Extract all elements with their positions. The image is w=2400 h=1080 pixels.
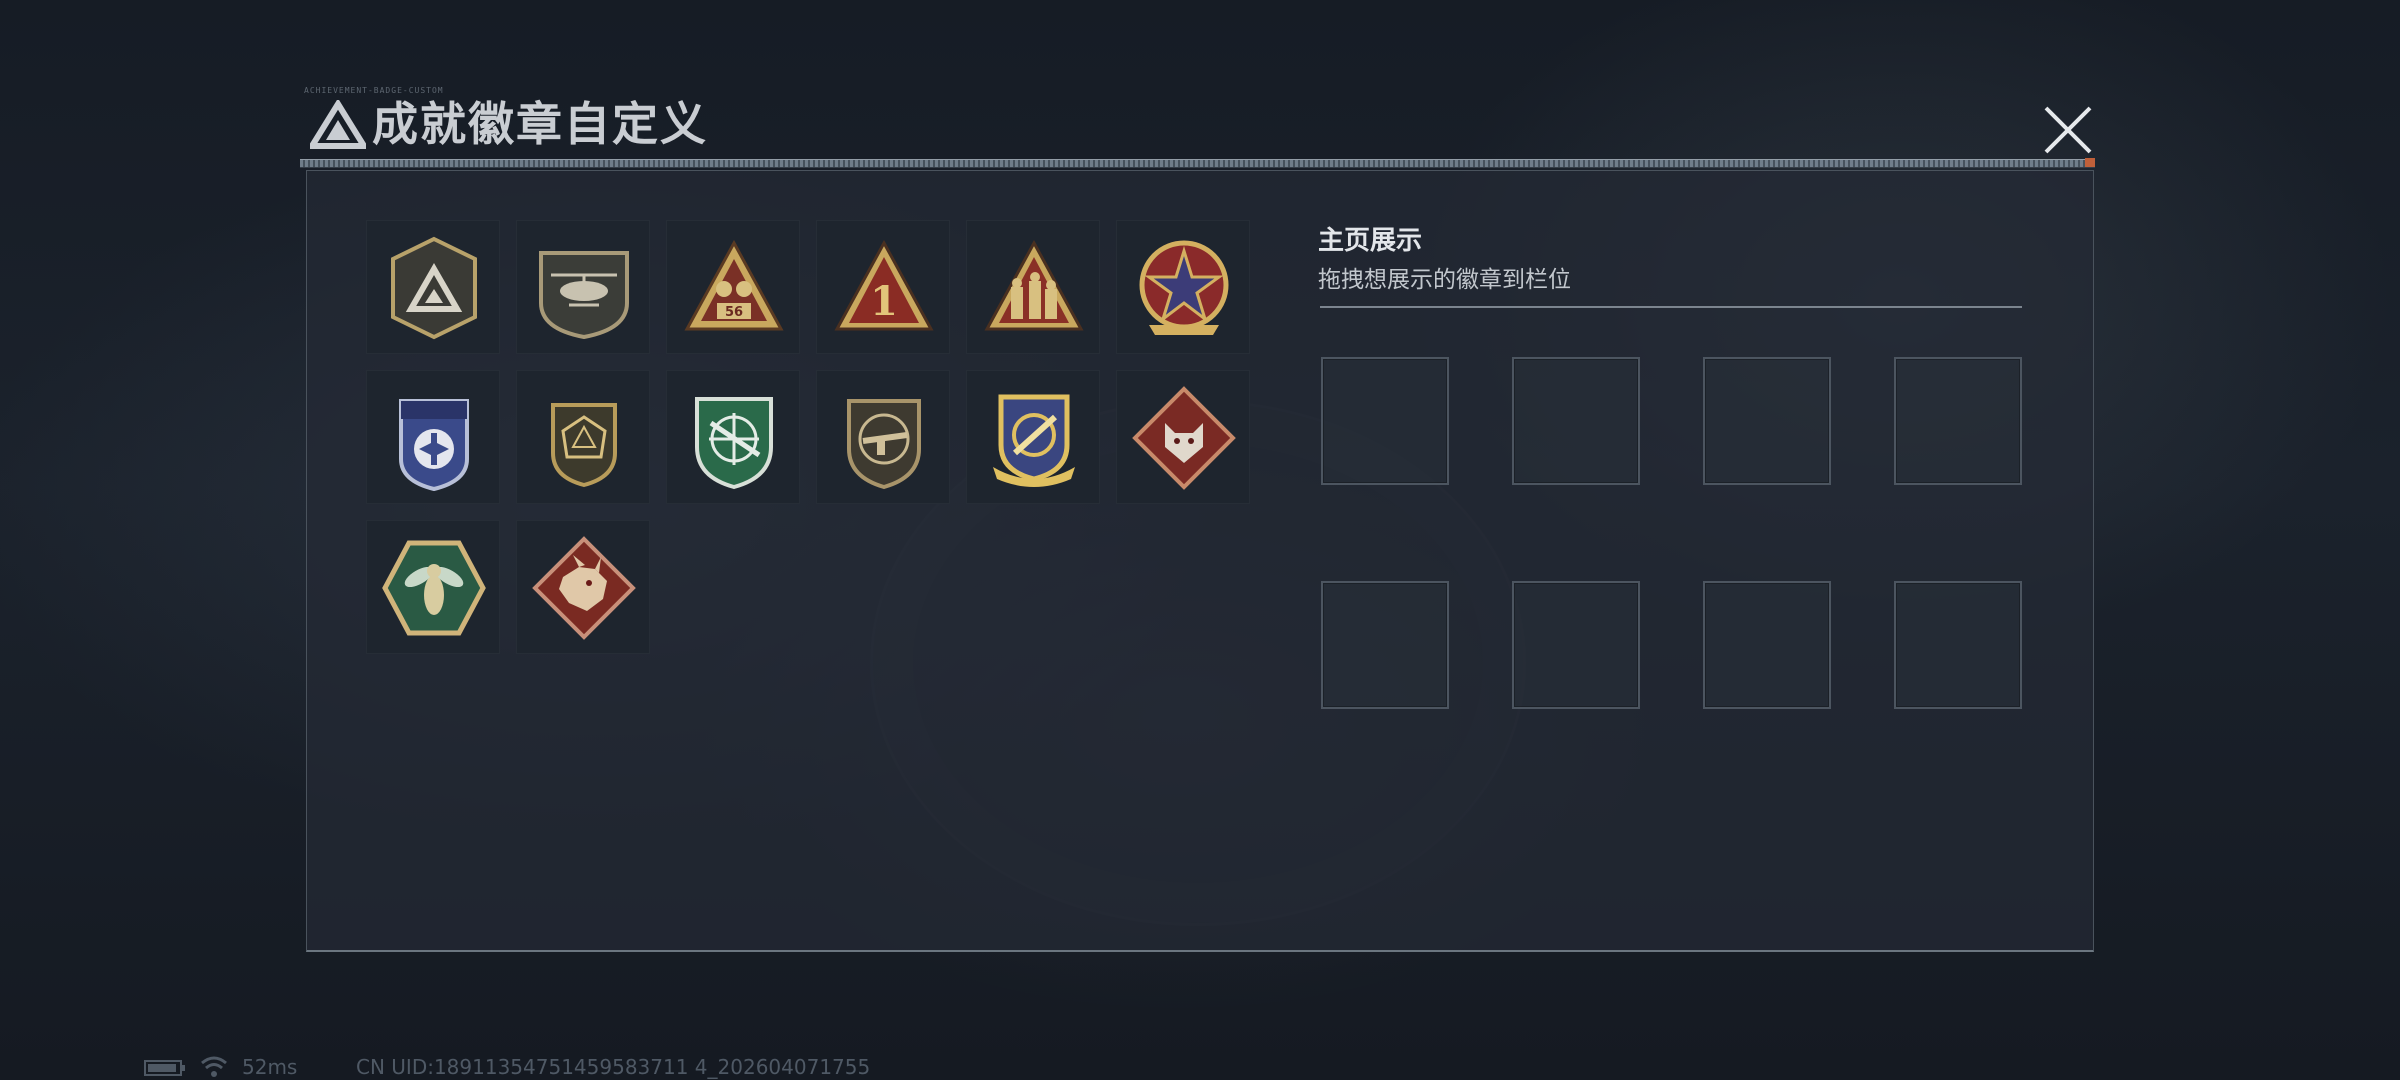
showcase-slot[interactable] bbox=[1512, 581, 1640, 709]
homepage-showcase: 主页展示 拖拽想展示的徽章到栏位 bbox=[1318, 220, 2024, 720]
bronze-rifle-badge-icon bbox=[847, 399, 921, 490]
badge-cell-hornet-hexagon[interactable] bbox=[366, 520, 500, 654]
badge-cell-helicopter[interactable] bbox=[516, 220, 650, 354]
showcase-slot[interactable] bbox=[1894, 581, 2022, 709]
badge-cell-bronze-rifle[interactable] bbox=[816, 370, 950, 504]
showcase-slot[interactable] bbox=[1321, 357, 1449, 485]
ping-text: 52ms bbox=[242, 1055, 298, 1079]
dragon-diamond-badge-icon bbox=[532, 536, 636, 640]
badge-cell-soldiers[interactable] bbox=[966, 220, 1100, 354]
tank-56-badge-icon: 56 bbox=[684, 239, 784, 331]
header-divider-accent bbox=[2085, 158, 2095, 167]
badge-cell-dragon-diamond[interactable] bbox=[516, 520, 650, 654]
close-button[interactable] bbox=[2040, 102, 2096, 158]
badge-56-label: 56 bbox=[725, 305, 743, 320]
uid-text: CN UID:18911354751459583711 4_2026040717… bbox=[356, 1055, 871, 1079]
star-compass-badge-icon bbox=[1139, 240, 1229, 335]
blue-shield-badge-icon bbox=[399, 399, 469, 492]
green-crosshair-rifle-badge-icon bbox=[695, 397, 773, 490]
badge-cell-number-one[interactable]: 1 bbox=[816, 220, 950, 354]
badge-cell-blue-shield[interactable] bbox=[366, 370, 500, 504]
battery-icon bbox=[144, 1060, 185, 1076]
badge-cell-logo-triangle[interactable] bbox=[366, 220, 500, 354]
badge-cell-tank-56[interactable]: 56 bbox=[666, 220, 800, 354]
delta-logo-icon bbox=[310, 100, 366, 149]
logo-triangle-badge-icon bbox=[391, 236, 477, 340]
badge-grid: 56 1 bbox=[366, 220, 1256, 660]
badge-1-label: 1 bbox=[870, 278, 898, 325]
showcase-divider bbox=[1320, 306, 2022, 308]
showcase-slot[interactable] bbox=[1894, 357, 2022, 485]
badge-cell-wolf-diamond[interactable] bbox=[1116, 370, 1250, 504]
showcase-slot[interactable] bbox=[1321, 581, 1449, 709]
d20-dice-badge-icon bbox=[551, 403, 617, 488]
dialog-header: ACHIEVEMENT-BADGE-CUSTOM 成就徽章自定义 bbox=[300, 86, 2100, 158]
wolf-diamond-badge-icon bbox=[1132, 386, 1236, 490]
status-bar: 52ms CN UID:18911354751459583711 4_20260… bbox=[144, 1054, 1044, 1080]
wifi-icon bbox=[201, 1056, 227, 1077]
header-divider bbox=[300, 159, 2095, 168]
gold-missile-badge-icon bbox=[993, 394, 1075, 487]
showcase-slot[interactable] bbox=[1512, 357, 1640, 485]
badge-cell-star-compass[interactable] bbox=[1116, 220, 1250, 354]
showcase-slot[interactable] bbox=[1703, 581, 1831, 709]
number-one-badge-icon: 1 bbox=[834, 239, 934, 331]
soldiers-badge-icon bbox=[984, 239, 1084, 331]
showcase-title: 主页展示 bbox=[1318, 226, 1423, 256]
showcase-hint: 拖拽想展示的徽章到栏位 bbox=[1318, 267, 1571, 293]
dialog-title: 成就徽章自定义 bbox=[372, 97, 708, 151]
badge-cell-green-crosshair-rifle[interactable] bbox=[666, 370, 800, 504]
hornet-hexagon-badge-icon bbox=[382, 540, 486, 636]
showcase-slot[interactable] bbox=[1703, 357, 1831, 485]
badge-cell-d20-dice[interactable] bbox=[516, 370, 650, 504]
badge-cell-gold-missile[interactable] bbox=[966, 370, 1100, 504]
helicopter-badge-icon bbox=[539, 251, 629, 340]
